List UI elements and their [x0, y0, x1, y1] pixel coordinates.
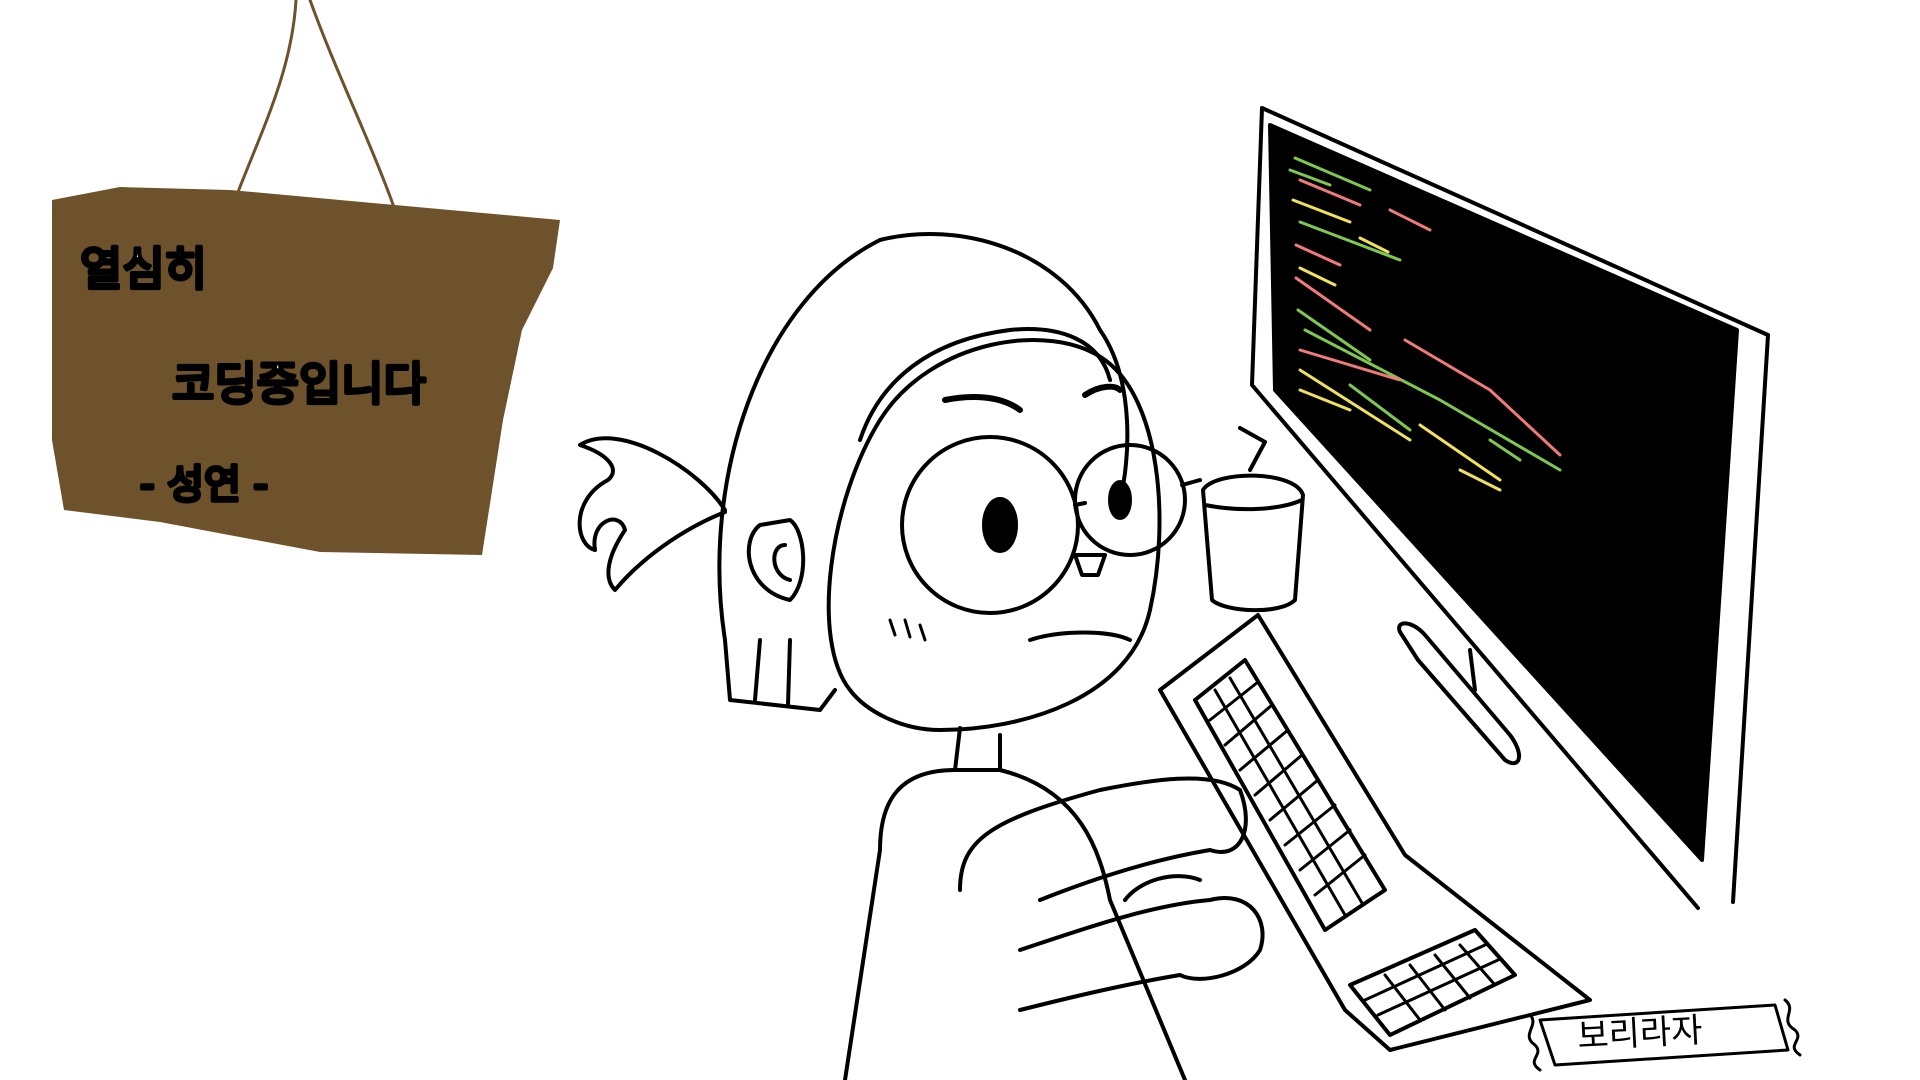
character	[577, 232, 1265, 1080]
sign-line-3: - 성연 -	[140, 462, 268, 508]
monitor	[1250, 106, 1770, 910]
cup-straw	[1238, 426, 1267, 472]
keyboard-outline	[1158, 613, 1592, 1052]
hair	[717, 232, 1130, 642]
drink-cup	[1201, 426, 1305, 613]
right-eye	[1108, 480, 1132, 520]
numpad	[1348, 928, 1517, 1037]
sign-line-2: 코딩중입니다	[172, 357, 426, 411]
keyboard	[1158, 613, 1592, 1052]
mouth	[1028, 630, 1132, 642]
monitor-stand	[1397, 621, 1521, 766]
left-eye	[982, 497, 1018, 553]
signature-text: 보리라자	[1576, 1010, 1703, 1056]
sign-string	[236, 0, 397, 212]
ponytail	[577, 436, 727, 592]
hanging-sign: 열심히 코딩중입니다 - 성연 -	[52, 0, 560, 555]
left-arm	[1018, 896, 1265, 1012]
cup-body	[1201, 473, 1305, 613]
right-arm	[958, 776, 1248, 902]
keyboard-keys-area	[1193, 658, 1387, 932]
sign-line-1: 열심히	[80, 242, 207, 296]
illustration: 열심히 코딩중입니다 - 성연 - 보리라자	[52, 0, 1802, 1080]
